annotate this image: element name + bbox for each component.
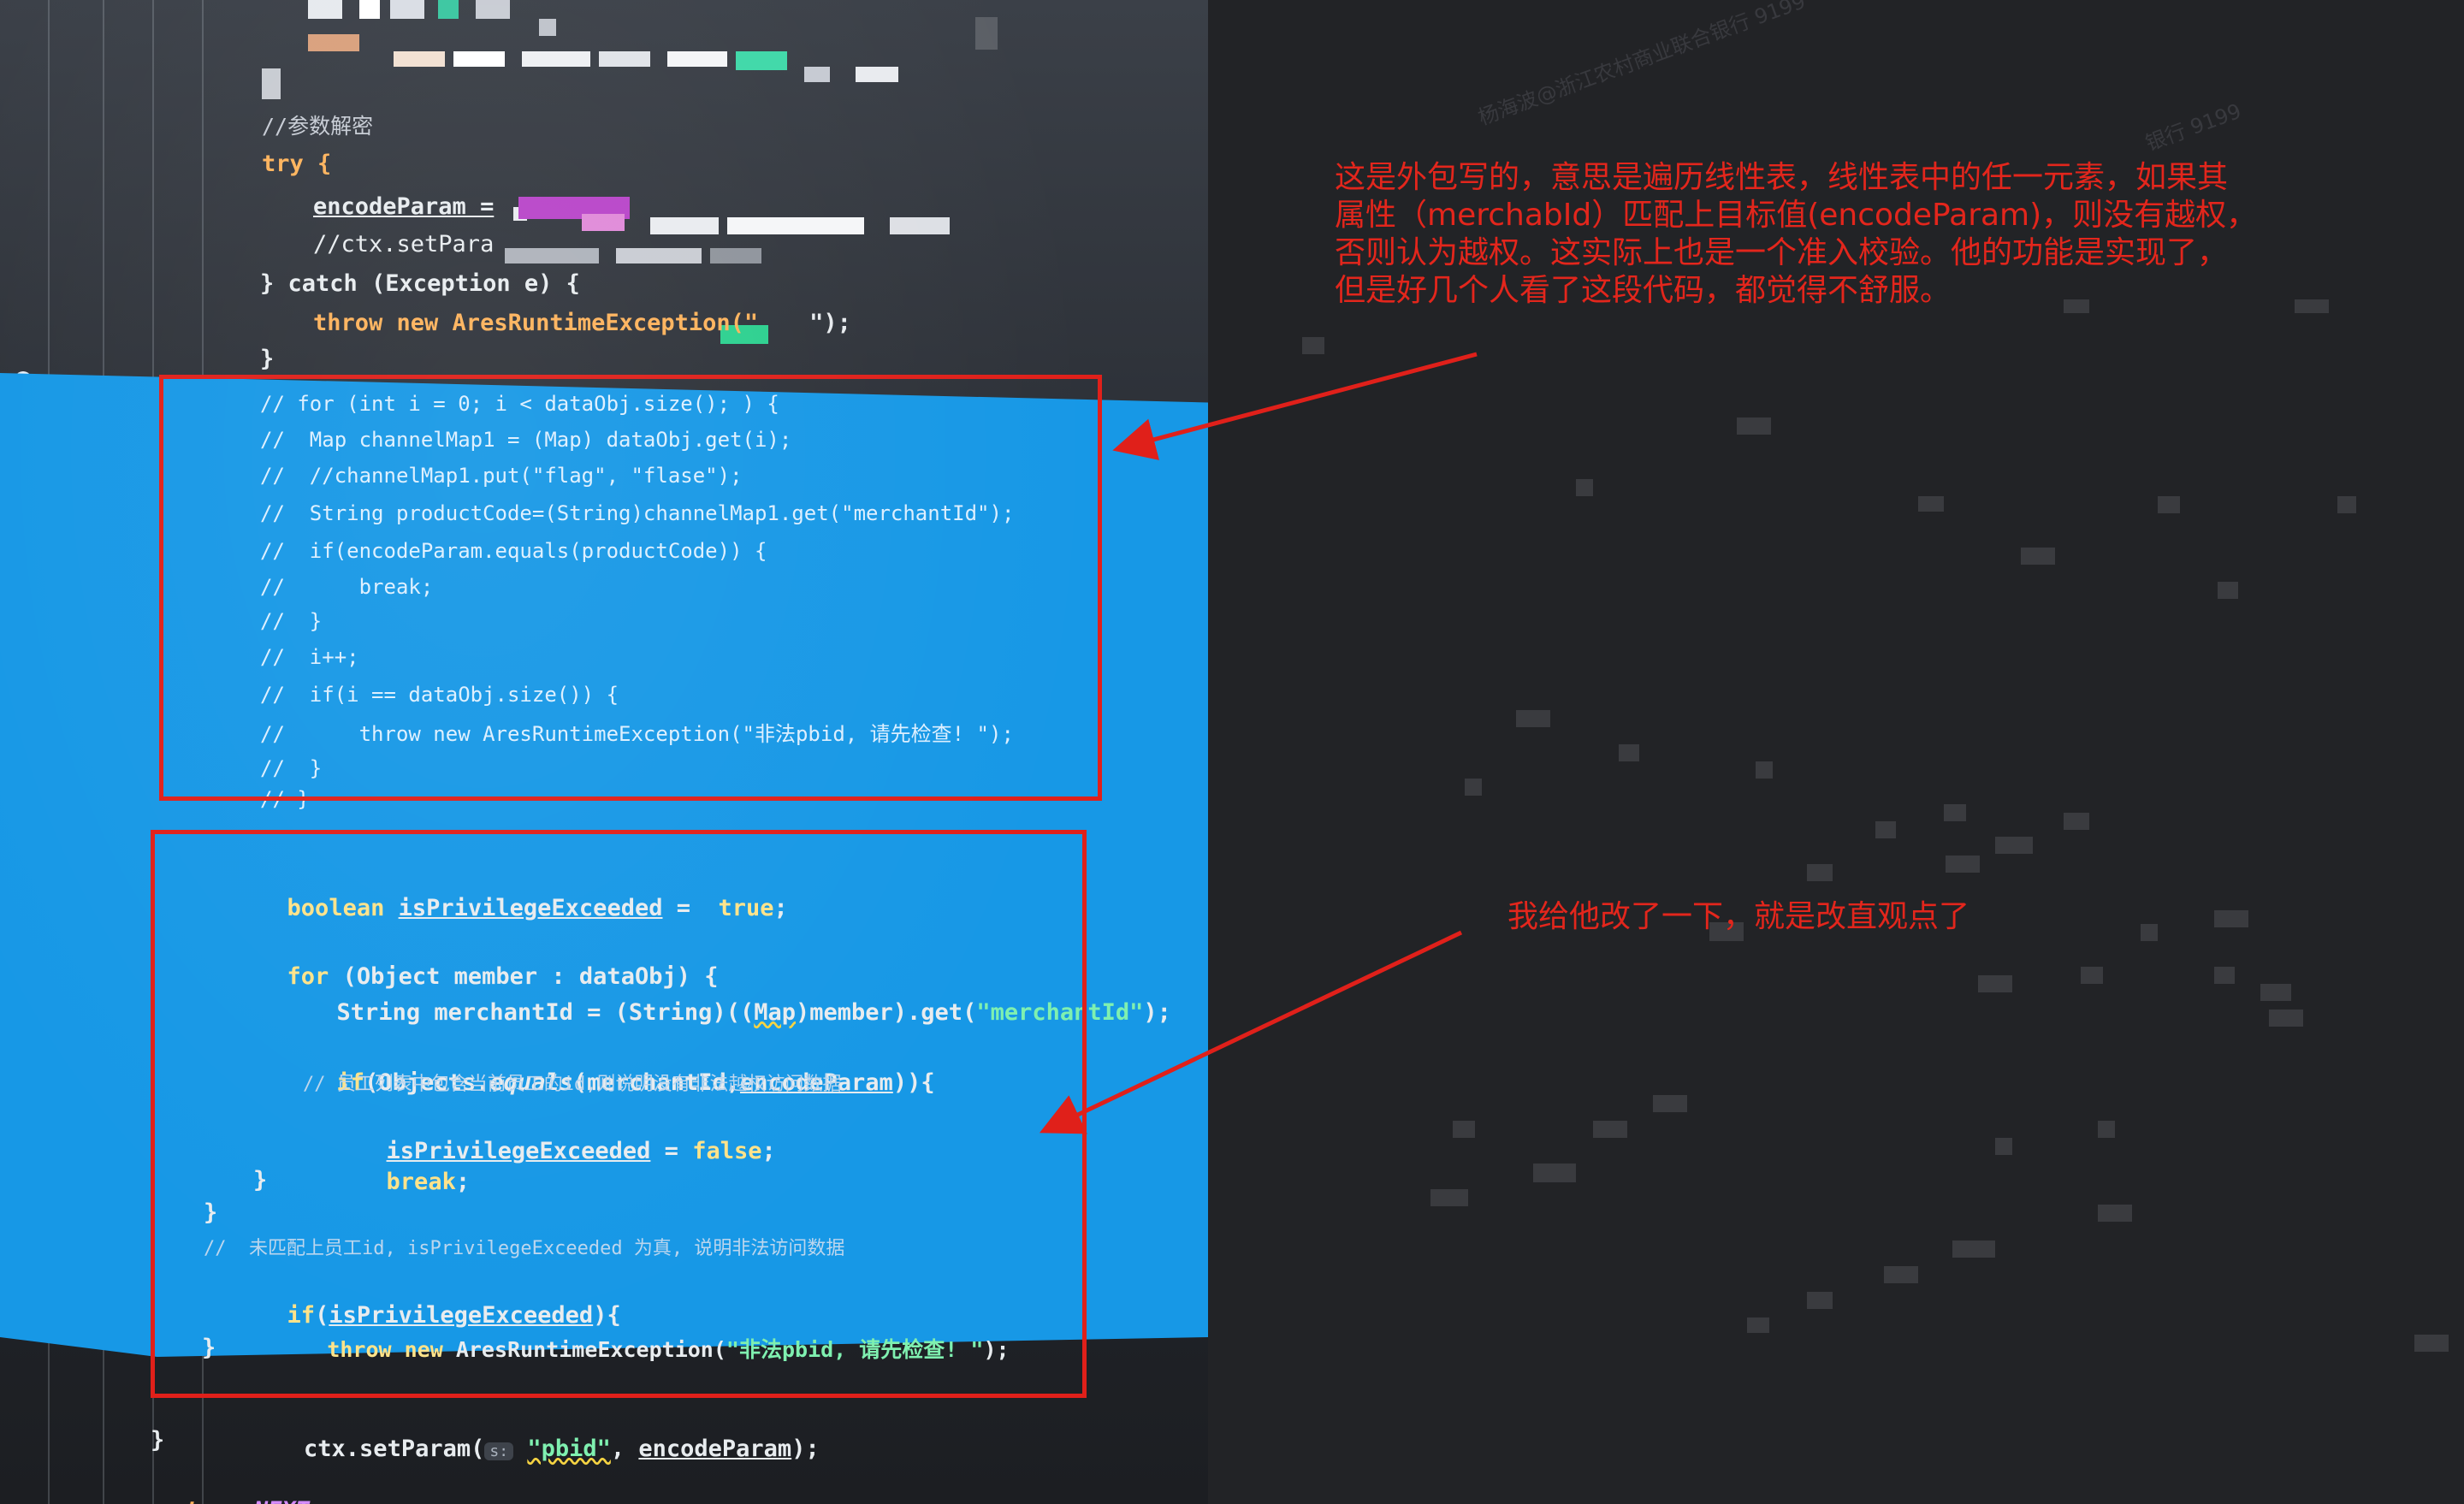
- arrow-to-new-code: [1039, 930, 1463, 1134]
- arrow-to-old-code: [1112, 352, 1478, 460]
- annotation-arrows: [1039, 352, 1478, 1134]
